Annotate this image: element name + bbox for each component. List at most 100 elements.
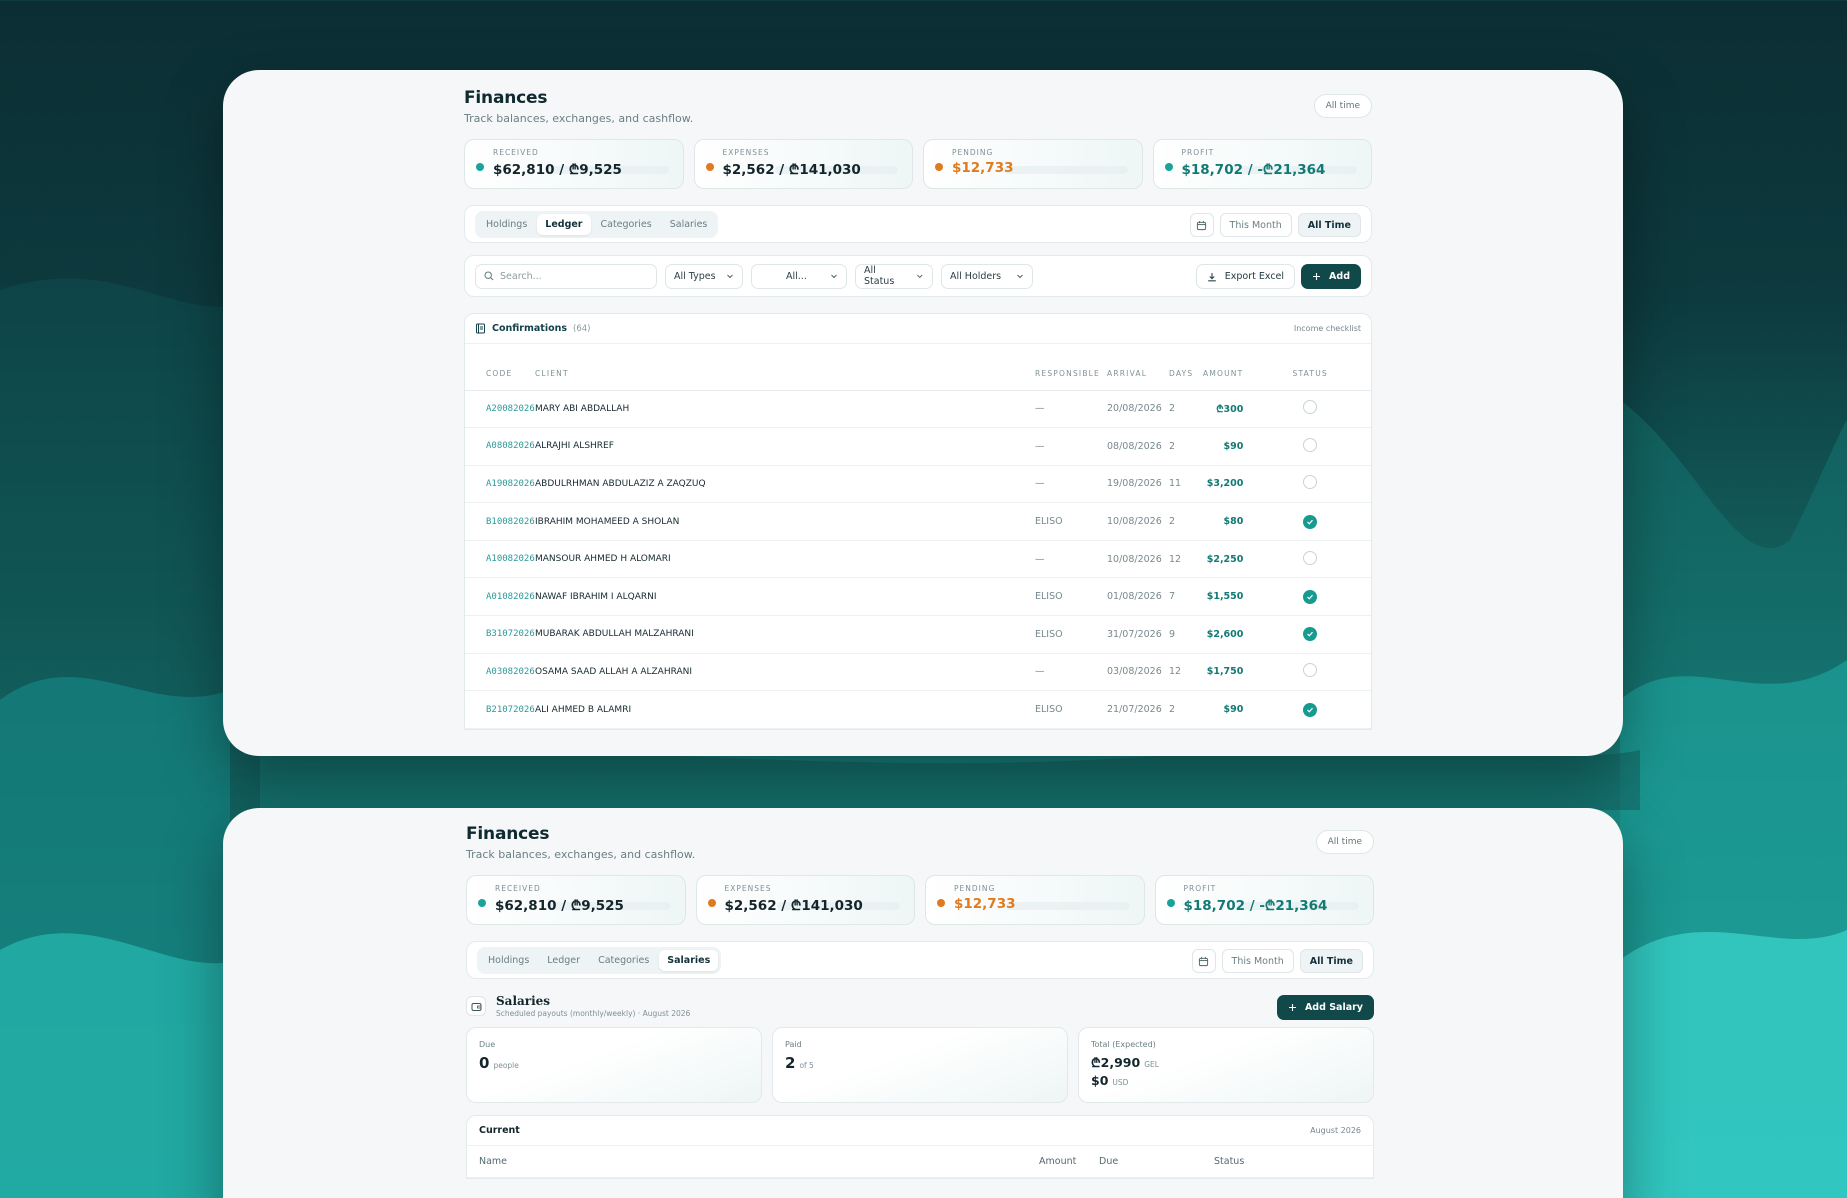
empty-status-icon[interactable] (1303, 550, 1318, 565)
book-icon (476, 323, 485, 334)
row-status[interactable] (1249, 465, 1371, 504)
table-row[interactable]: B31072026 MUBARAK ABDULLAH MALZAHRANI ELIS… (465, 615, 1371, 654)
tab-holdings[interactable]: Holdings (478, 214, 535, 235)
check-icon[interactable] (1303, 627, 1318, 642)
row-code[interactable]: A20082026 (465, 390, 535, 429)
row-amount: $3,200 (1203, 465, 1250, 504)
search-input[interactable]: Search... (475, 263, 657, 289)
this-month-button[interactable]: This Month (1221, 949, 1294, 973)
add-salary-button[interactable]: Add Salary (1276, 995, 1374, 1020)
row-status[interactable] (1249, 390, 1371, 429)
col-amount[interactable]: Amount (1039, 1156, 1076, 1167)
tab-salaries[interactable]: Salaries (659, 949, 719, 971)
row-arrival: 03/08/2026 (1107, 653, 1169, 692)
table-row[interactable]: A03082026 OSAMA SAAD ALLAH A ALZAHRANI —03… (465, 653, 1371, 692)
pending-dot-icon (935, 163, 943, 171)
col-code[interactable]: CODE (465, 344, 535, 391)
row-client: ABDULRHMAN ABDULAZIZ A ZAQZUQ (535, 465, 1035, 504)
add-button[interactable]: Add (1301, 264, 1361, 289)
salaries-header: Salaries Scheduled payouts (monthly/week… (466, 991, 1374, 1021)
col-amount[interactable]: AMOUNT (1203, 344, 1250, 391)
calendar-icon (1198, 956, 1209, 966)
row-client: ALI AHMED B ALAMRI (535, 690, 1035, 729)
row-amount: $1,750 (1203, 653, 1250, 692)
export-excel-button[interactable]: Export Excel (1195, 264, 1296, 289)
types-select-value: All Types (674, 270, 716, 282)
table-row[interactable]: B10082026 IBRAHIM MOHAMEED A SHOLAN ELISO 1… (465, 502, 1371, 541)
all-time-pill[interactable]: All time (1315, 830, 1374, 854)
total-label: Total (Expected) (1091, 1040, 1156, 1049)
empty-status-icon[interactable] (1303, 663, 1318, 678)
table-row[interactable]: A08082026 ALRAJHI ALSHREF —08/08/2026 2 $90 (465, 427, 1371, 466)
col-days[interactable]: DAYS (1169, 344, 1203, 391)
row-status[interactable] (1249, 690, 1371, 729)
row-code[interactable]: B21072026 (465, 690, 535, 729)
stat-received: RECEIVED $62,810 / ₾9,525 (464, 139, 684, 189)
tab-categories[interactable]: Categories (593, 214, 660, 235)
row-code[interactable]: A08082026 (465, 427, 535, 466)
row-code[interactable]: A01082026 (465, 577, 535, 617)
col-due[interactable]: Due (1099, 1156, 1118, 1167)
tab-holdings[interactable]: Holdings (480, 950, 537, 971)
col-responsible[interactable]: RESPONSIBLE (1035, 344, 1107, 391)
calendar-button[interactable] (1189, 213, 1214, 237)
table-row[interactable]: A10082026 MANSOUR AHMED H ALOMARI —10/08/2… (465, 540, 1371, 579)
profit-dot-icon (1164, 163, 1173, 171)
row-arrival: 10/08/2026 (1107, 540, 1169, 579)
section-tabs: Holdings Ledger Categories Salaries (477, 946, 722, 974)
row-code[interactable]: A10082026 (465, 540, 535, 579)
table-row[interactable]: A01082026 NAWAF IBRAHIM I ALQARNI ELISO 01/… (465, 577, 1371, 617)
tab-categories[interactable]: Categories (590, 950, 657, 971)
all-time-button[interactable]: All Time (1297, 213, 1361, 237)
table-row[interactable]: B21072026 ALI AHMED B ALAMRI ELISO 21/07/20… (465, 690, 1371, 729)
row-status[interactable] (1249, 502, 1371, 541)
row-code[interactable]: B10082026 (465, 502, 535, 541)
col-status[interactable]: Status (1214, 1156, 1244, 1167)
all-select[interactable]: All... (751, 263, 847, 289)
row-code[interactable]: A03082026 (465, 653, 535, 692)
row-status[interactable] (1249, 427, 1371, 466)
col-status[interactable]: STATUS (1249, 344, 1371, 391)
stat-value: $18,702 / -₾21,364 (1183, 898, 1328, 914)
current-month: August 2026 (1310, 1126, 1361, 1135)
tab-ledger[interactable]: Ledger (539, 950, 588, 971)
row-code[interactable]: B31072026 (465, 615, 535, 654)
types-select[interactable]: All Types (665, 263, 743, 289)
chevron-down-icon (831, 274, 837, 279)
row-client: MUBARAK ABDULLAH MALZAHRANI (535, 615, 1035, 654)
status-select[interactable]: All Status (855, 263, 933, 289)
check-icon[interactable] (1303, 514, 1318, 529)
all-time-button[interactable]: All Time (1299, 949, 1363, 973)
expenses-dot-icon (705, 163, 714, 171)
table-row[interactable]: A20082026 MARY ABI ABDALLAH —20/08/2026 2 ₾3… (465, 390, 1371, 429)
row-amount: $90 (1203, 427, 1250, 466)
empty-status-icon[interactable] (1303, 475, 1318, 490)
tab-ledger[interactable]: Ledger (537, 213, 591, 235)
row-status[interactable] (1249, 653, 1371, 692)
col-client[interactable]: CLIENT (535, 344, 1035, 391)
row-status[interactable] (1249, 577, 1371, 617)
received-dot-icon (476, 163, 484, 171)
empty-status-icon[interactable] (1303, 400, 1318, 415)
download-icon (1207, 272, 1216, 281)
row-status[interactable] (1249, 615, 1371, 654)
table-row[interactable]: A19082026 ABDULRHMAN ABDULAZIZ A ZAQZUQ —1… (465, 465, 1371, 504)
export-label: Export Excel (1224, 271, 1285, 282)
row-responsible: — (1035, 540, 1107, 579)
row-status[interactable] (1249, 540, 1371, 579)
col-arrival[interactable]: ARRIVAL (1107, 344, 1169, 391)
holders-select[interactable]: All Holders (941, 263, 1033, 289)
this-month-button[interactable]: This Month (1219, 213, 1292, 237)
profit-dot-icon (1166, 899, 1175, 907)
stat-value: $62,810 / ₾9,525 (495, 898, 624, 914)
income-checklist-link[interactable]: Income checklist (1294, 324, 1361, 333)
col-name[interactable]: Name (479, 1156, 507, 1167)
check-icon[interactable] (1303, 589, 1318, 604)
row-code[interactable]: A19082026 (465, 465, 535, 504)
all-time-pill[interactable]: All time (1313, 94, 1372, 118)
total-usd-value: $0 (1091, 1073, 1109, 1088)
calendar-button[interactable] (1191, 949, 1216, 973)
check-icon[interactable] (1303, 702, 1318, 717)
empty-status-icon[interactable] (1303, 437, 1318, 452)
tab-salaries[interactable]: Salaries (662, 214, 716, 235)
